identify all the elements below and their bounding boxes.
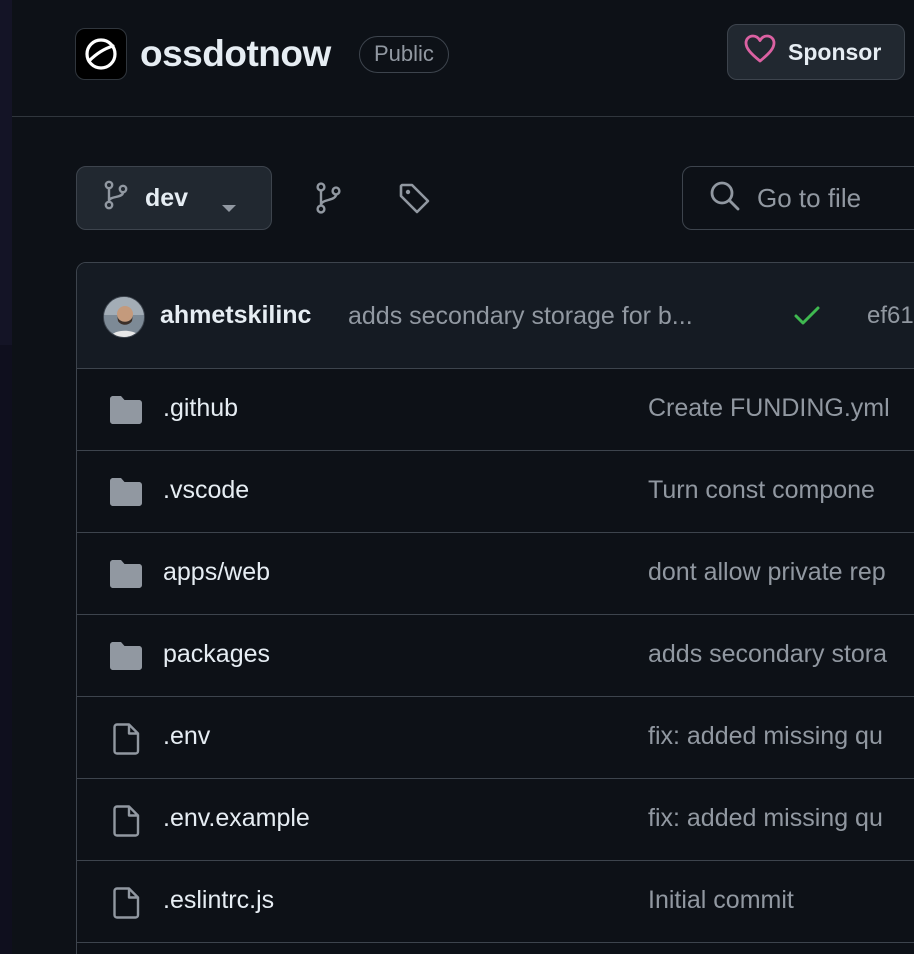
commit-message[interactable]: adds secondary storage for b...	[348, 302, 693, 331]
repository-page: ossdotnow Public Sponsor dev Go to file …	[0, 0, 914, 954]
table-row[interactable]: .env fix: added missing qu	[77, 697, 914, 779]
chevron-down-icon	[220, 193, 238, 222]
sponsor-button[interactable]: Sponsor	[727, 24, 905, 80]
commit-author[interactable]: ahmetskilinc	[160, 301, 311, 330]
repo-name[interactable]: ossdotnow	[140, 30, 331, 78]
table-row[interactable]: .eslintrc.js Initial commit	[77, 861, 914, 943]
file-commit-message[interactable]: dont allow private rep	[648, 558, 886, 587]
file-name[interactable]: .eslintrc.js	[163, 886, 274, 915]
file-browser: ahmetskilinc adds secondary storage for …	[76, 262, 914, 954]
tags-link[interactable]	[398, 182, 432, 221]
file-commit-message[interactable]: Turn const compone	[648, 476, 875, 505]
file-name[interactable]: .vscode	[163, 476, 249, 505]
file-icon	[111, 805, 141, 842]
commit-sha[interactable]: ef61	[867, 302, 914, 330]
check-icon[interactable]	[793, 304, 821, 333]
go-to-file-input[interactable]: Go to file	[682, 166, 914, 230]
tag-icon	[398, 183, 432, 220]
repo-logo-icon[interactable]	[75, 28, 127, 80]
folder-icon	[109, 641, 143, 676]
file-commit-message[interactable]: Create FUNDING.yml	[648, 394, 890, 423]
git-branch-icon	[103, 180, 129, 217]
go-to-file-placeholder: Go to file	[757, 182, 862, 213]
avatar[interactable]	[103, 296, 145, 338]
file-name[interactable]: .env	[163, 722, 210, 751]
repo-header: ossdotnow Public Sponsor	[12, 0, 914, 117]
search-icon	[709, 180, 741, 217]
file-commit-message[interactable]: adds secondary stora	[648, 640, 887, 669]
file-commit-message[interactable]: fix: added missing qu	[648, 804, 883, 833]
branches-link[interactable]	[314, 182, 344, 219]
table-row[interactable]: .vscode Turn const compone	[77, 451, 914, 533]
table-row[interactable]: packages adds secondary stora	[77, 615, 914, 697]
file-icon	[111, 723, 141, 760]
file-name[interactable]: apps/web	[163, 558, 270, 587]
table-row[interactable]: .env.example fix: added missing qu	[77, 779, 914, 861]
folder-icon	[109, 559, 143, 594]
file-name[interactable]: packages	[163, 640, 270, 669]
file-name[interactable]: .env.example	[163, 804, 310, 833]
file-name[interactable]: .github	[163, 394, 238, 423]
visibility-badge: Public	[359, 36, 449, 73]
branch-name: dev	[145, 183, 189, 212]
sponsor-label: Sponsor	[788, 38, 882, 65]
table-row[interactable]: apps/web dont allow private rep	[77, 533, 914, 615]
branch-select-button[interactable]: dev	[76, 166, 272, 230]
latest-commit-bar: ahmetskilinc adds secondary storage for …	[77, 263, 914, 369]
heart-icon	[744, 34, 776, 70]
folder-icon	[109, 395, 143, 430]
file-commit-message[interactable]: Initial commit	[648, 886, 794, 915]
git-branch-icon	[314, 182, 344, 218]
table-row[interactable]: .github Create FUNDING.yml	[77, 369, 914, 451]
file-icon	[111, 887, 141, 924]
folder-icon	[109, 477, 143, 512]
left-edge-panel	[0, 0, 12, 954]
file-commit-message[interactable]: fix: added missing qu	[648, 722, 883, 751]
